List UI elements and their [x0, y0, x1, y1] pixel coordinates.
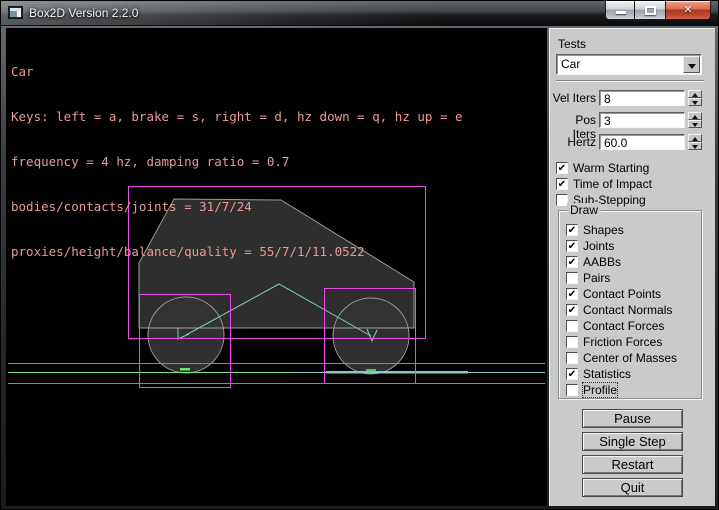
front-contact-point [366, 369, 376, 372]
checkbox-label[interactable]: AABBs [583, 255, 621, 269]
hertz-value: 60.0 [604, 136, 627, 150]
title-bar[interactable]: Box2D Version 2.2.0 ✕ [1, 1, 718, 26]
checkbox-box[interactable]: ✔ [566, 368, 578, 380]
control-panel: Tests Car Vel Iters 8 Pos Iters 3 [549, 28, 715, 506]
app-icon[interactable] [8, 6, 23, 19]
arrow-up-icon [692, 115, 698, 119]
frequency-line: frequency = 4 hz, damping ratio = 0.7 [11, 154, 463, 169]
checkbox-label[interactable]: Time of Impact [573, 177, 652, 191]
checkbox-label[interactable]: Contact Points [583, 287, 661, 301]
checkbox-box[interactable]: ✔ [566, 240, 578, 252]
pos-iters-field[interactable]: 3 [599, 112, 685, 128]
simulation-viewport[interactable]: Car Keys: left = a, brake = s, right = d… [6, 28, 547, 506]
arrow-down-icon [692, 101, 698, 105]
checkbox-label[interactable]: Contact Forces [583, 319, 664, 333]
vel-iters-up-button[interactable] [688, 90, 702, 98]
window-controls: ✕ [605, 1, 711, 20]
hertz-label: Hertz [550, 135, 596, 149]
chevron-down-icon [688, 64, 696, 69]
test-title-line: Car [11, 64, 463, 79]
checkbox-label[interactable]: Statistics [583, 367, 631, 381]
arrow-up-icon [692, 137, 698, 141]
checkbox-box[interactable] [566, 352, 578, 364]
checkbox-label[interactable]: Warm Starting [573, 161, 649, 175]
pos-iters-value: 3 [604, 114, 611, 128]
arrow-down-icon [692, 123, 698, 127]
checkbox-box[interactable]: ✔ [566, 256, 578, 268]
maximize-button[interactable] [635, 1, 666, 20]
pos-iters-down-button[interactable] [688, 120, 702, 128]
maximize-icon [645, 6, 656, 15]
checkbox-label[interactable]: Friction Forces [583, 335, 662, 349]
pos-iters-row: Pos Iters 3 [550, 112, 716, 129]
checkbox-box[interactable]: ✔ [566, 288, 578, 300]
checkbox-label[interactable]: Shapes [583, 223, 624, 237]
checkbox-box[interactable]: ✔ [566, 224, 578, 236]
vel-iters-row: Vel Iters 8 [550, 90, 716, 107]
tests-label: Tests [558, 37, 586, 51]
debug-text-block: Car Keys: left = a, brake = s, right = d… [11, 34, 463, 289]
checkbox-label[interactable]: Pairs [583, 271, 610, 285]
separator [556, 80, 704, 82]
hertz-field[interactable]: 60.0 [599, 134, 685, 150]
rear-contact-point [180, 368, 190, 371]
close-button[interactable]: ✕ [666, 1, 711, 20]
checkbox-label[interactable]: Contact Normals [583, 303, 672, 317]
restart-button[interactable]: Restart [582, 455, 683, 474]
hertz-row: Hertz 60.0 [550, 134, 716, 151]
checkbox-box[interactable]: ✔ [556, 162, 568, 174]
minimize-icon [616, 11, 626, 14]
hertz-down-button[interactable] [688, 142, 702, 150]
checkbox-box[interactable]: ✔ [566, 304, 578, 316]
tests-dropdown-arrow-button[interactable] [683, 56, 700, 73]
draw-group-title: Draw [567, 203, 601, 217]
vel-iters-spinner [688, 90, 702, 106]
window-title: Box2D Version 2.2.0 [29, 6, 138, 20]
draw-group: Draw ✔ Shapes ✔ Joints ✔ AABBs Pairs ✔ C… [558, 210, 702, 399]
vel-iters-value: 8 [604, 92, 611, 106]
checkbox-box[interactable] [566, 336, 578, 348]
checkbox-box[interactable] [566, 384, 578, 396]
tests-dropdown-value: Car [561, 57, 580, 71]
single-step-button[interactable]: Single Step [582, 432, 683, 451]
checkbox-label[interactable]: Profile [583, 383, 617, 397]
arrow-up-icon [692, 93, 698, 97]
pause-button[interactable]: Pause [582, 409, 683, 428]
quit-button[interactable]: Quit [582, 478, 683, 497]
keys-help-line: Keys: left = a, brake = s, right = d, hz… [11, 109, 463, 124]
hertz-spinner [688, 134, 702, 150]
vel-iters-field[interactable]: 8 [599, 90, 685, 106]
checkbox-label[interactable]: Center of Masses [583, 351, 677, 365]
checkbox-label[interactable]: Joints [583, 239, 614, 253]
vel-iters-label: Vel Iters [550, 91, 596, 105]
tests-dropdown[interactable]: Car [556, 54, 702, 75]
checkbox-box[interactable] [566, 272, 578, 284]
app-window: Box2D Version 2.2.0 ✕ [0, 0, 719, 510]
proxies-line: proxies/height/balance/quality = 55/7/1/… [11, 244, 463, 259]
hertz-up-button[interactable] [688, 134, 702, 142]
minimize-button[interactable] [605, 1, 635, 20]
arrow-down-icon [692, 145, 698, 149]
stats-line: bodies/contacts/joints = 31/7/24 [11, 199, 463, 214]
pos-iters-up-button[interactable] [688, 112, 702, 120]
close-icon: ✕ [666, 3, 710, 16]
checkbox-box[interactable]: ✔ [556, 178, 568, 190]
checkbox-box[interactable] [566, 320, 578, 332]
pos-iters-spinner [688, 112, 702, 128]
vel-iters-down-button[interactable] [688, 98, 702, 106]
